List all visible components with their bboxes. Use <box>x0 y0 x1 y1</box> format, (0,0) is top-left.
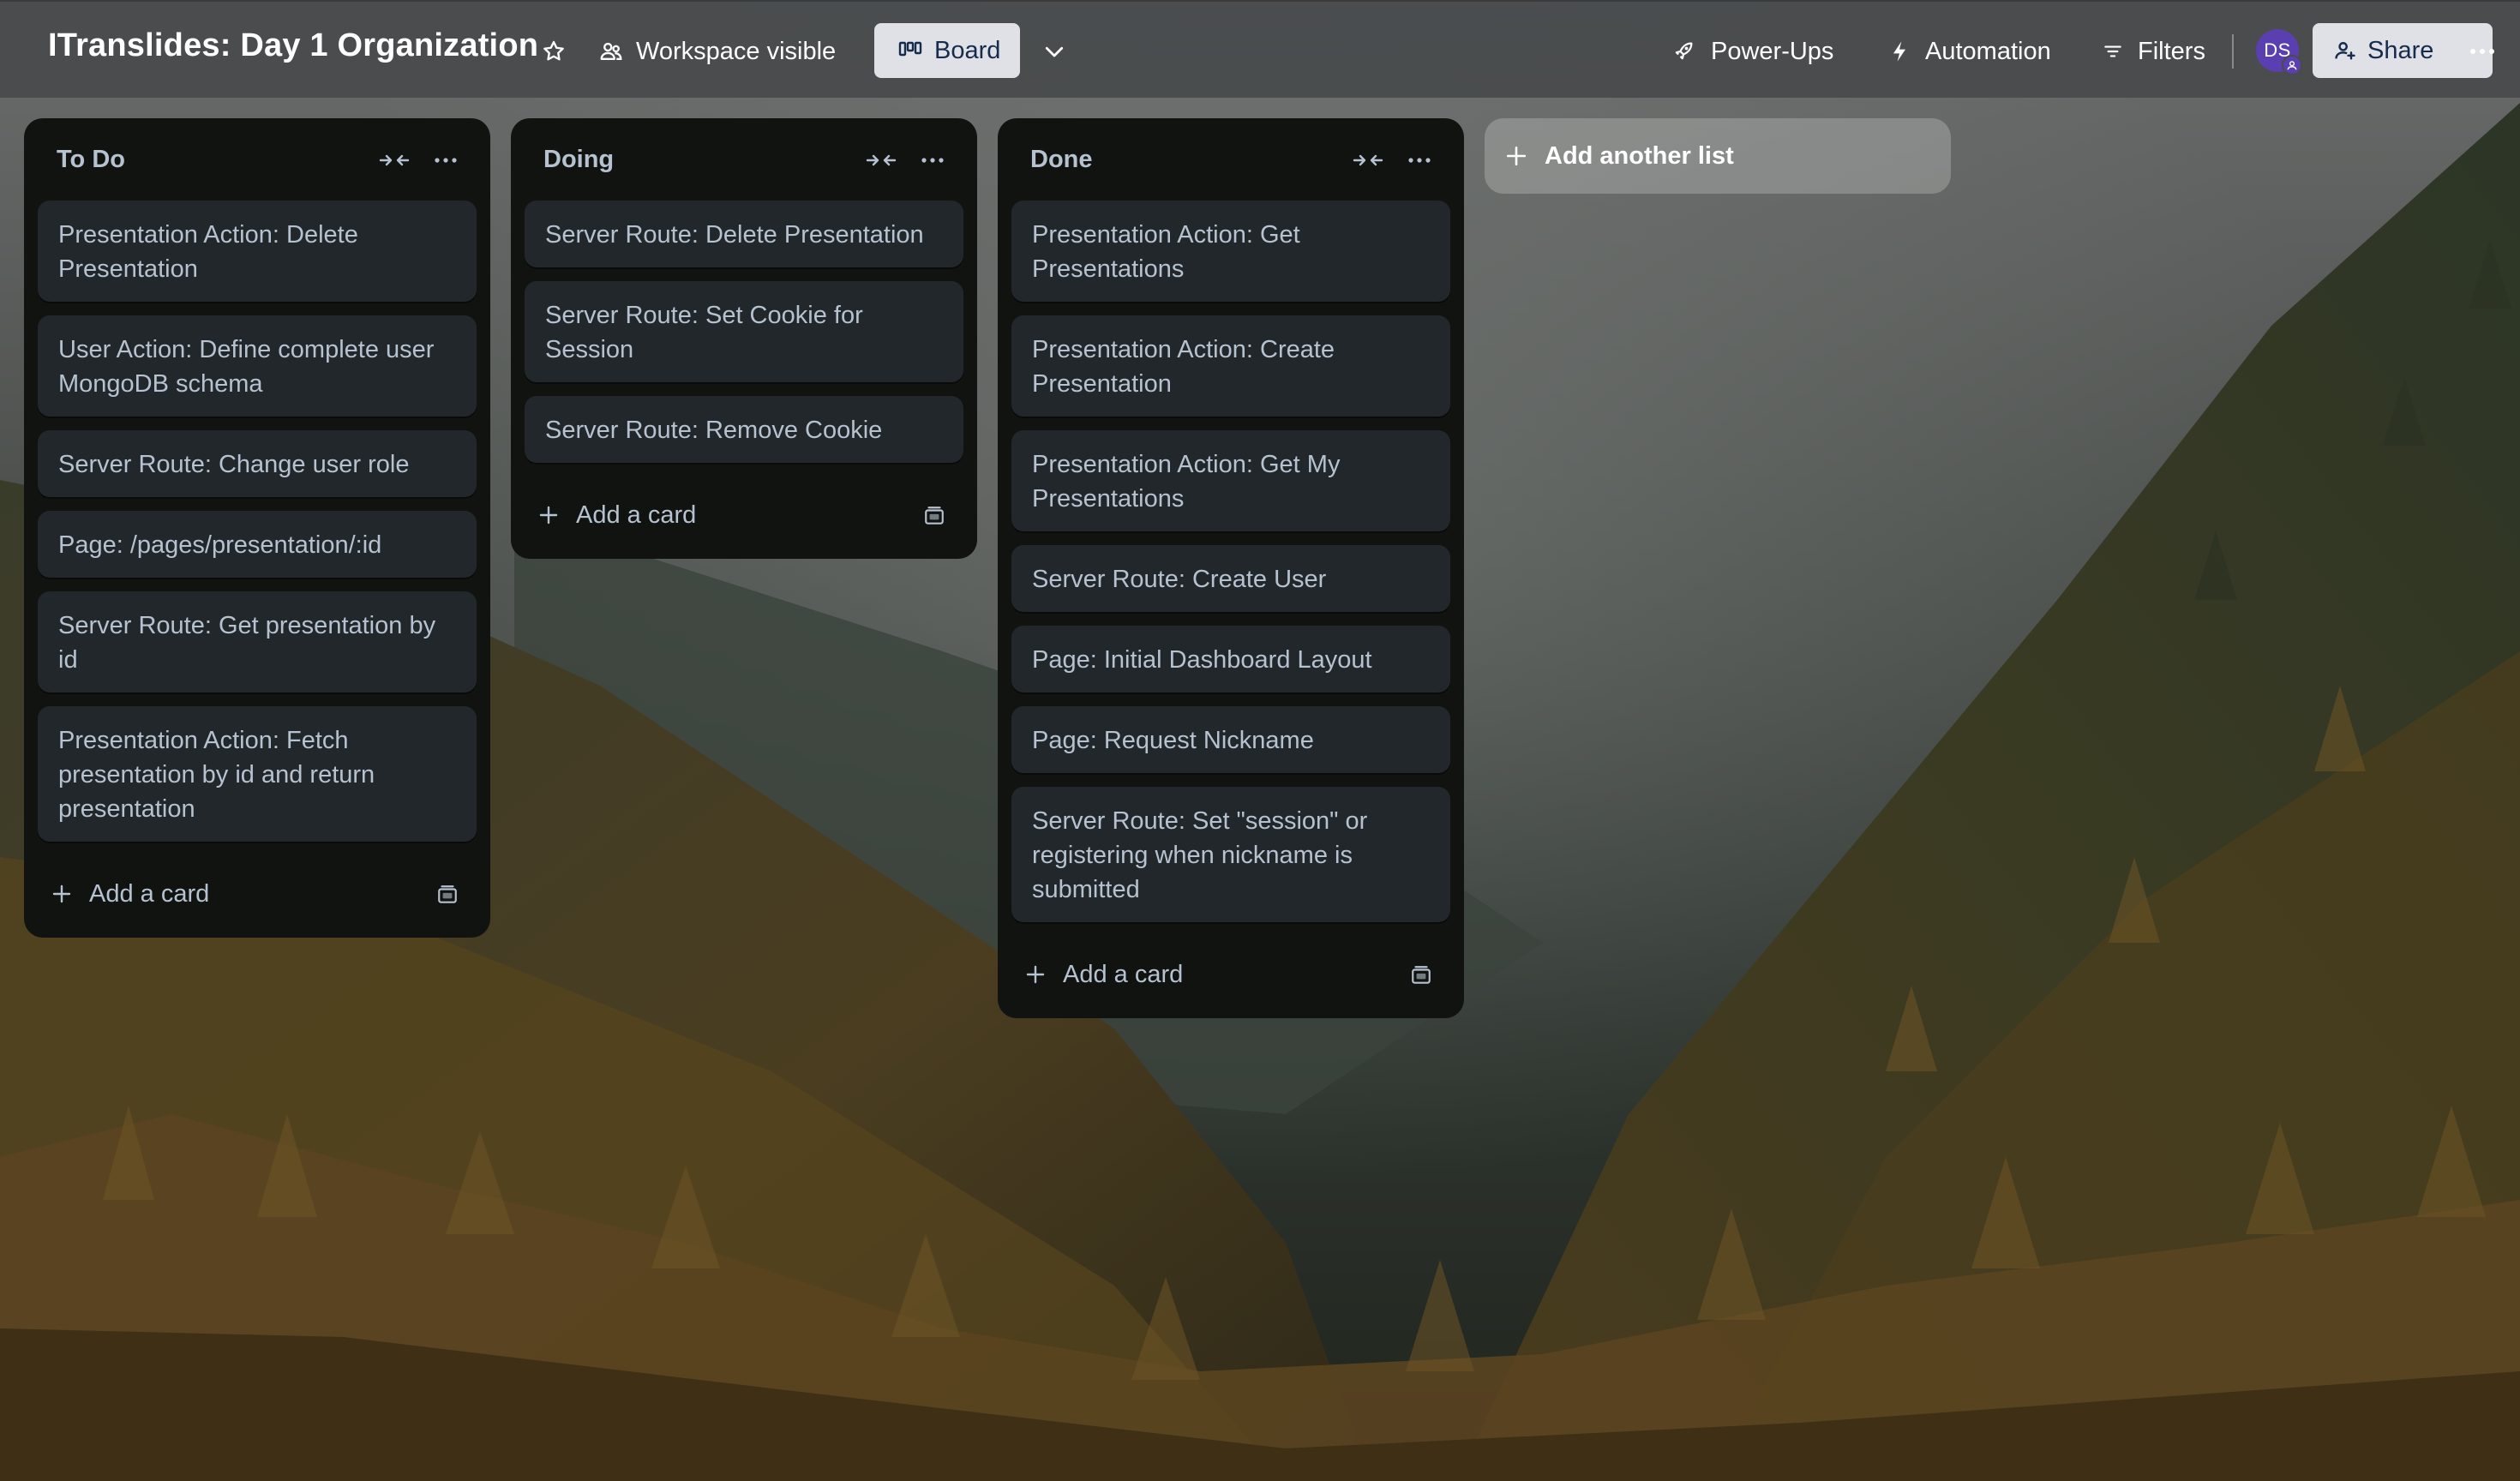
add-card-label: Add a card <box>1063 960 1184 988</box>
card[interactable]: Page: Request Nickname <box>1011 706 1450 773</box>
card[interactable]: Presentation Action: Get My Presentation… <box>1011 430 1450 531</box>
plus-icon <box>1505 145 1527 167</box>
plus-icon <box>1025 964 1046 985</box>
add-card-label: Add a card <box>89 879 210 908</box>
card[interactable]: Server Route: Set "session" or registeri… <box>1011 787 1450 922</box>
list-doing[interactable]: Doing Server Route: Delete Presentation … <box>511 118 977 559</box>
board-icon <box>898 40 922 61</box>
list-header: To Do <box>38 118 477 201</box>
board-title[interactable]: ITranslides: Day 1 Organization <box>48 27 538 64</box>
add-card-button[interactable]: Add a card <box>538 495 696 535</box>
power-ups-button[interactable]: Power-Ups <box>1671 24 1833 79</box>
list-footer: Add a card <box>1011 936 1450 1018</box>
list-header: Done <box>1011 118 1450 201</box>
card[interactable]: User Action: Define complete user MongoD… <box>38 315 477 417</box>
list-done[interactable]: Done Presentation Action: Get Presentati… <box>998 118 1464 1018</box>
plus-icon <box>538 505 559 525</box>
collapse-icon[interactable] <box>864 147 898 173</box>
card[interactable]: Presentation Action: Fetch presentation … <box>38 706 477 842</box>
template-icon[interactable] <box>921 502 948 530</box>
list-footer: Add a card <box>525 477 963 559</box>
card[interactable]: Presentation Action: Create Presentation <box>1011 315 1450 417</box>
card[interactable]: Server Route: Change user role <box>38 430 477 497</box>
rocket-icon <box>1671 39 1695 63</box>
list-title[interactable]: To Do <box>57 146 125 174</box>
board-menu-button[interactable] <box>2462 24 2503 79</box>
card[interactable]: Server Route: Set Cookie for Session <box>525 281 963 382</box>
list-footer: Add a card <box>38 855 477 938</box>
card[interactable]: Page: Initial Dashboard Layout <box>1011 626 1450 693</box>
list-menu-icon[interactable] <box>1402 147 1437 173</box>
list-title[interactable]: Doing <box>543 146 614 174</box>
card[interactable]: Server Route: Delete Presentation <box>525 201 963 267</box>
add-card-button[interactable]: Add a card <box>1025 955 1183 994</box>
filters-button[interactable]: Filters <box>2102 24 2205 79</box>
card[interactable]: Page: /pages/presentation/:id <box>38 511 477 578</box>
board-page: ITranslides: Day 1 Organization Workspac… <box>0 0 2520 1481</box>
chevron-down-icon <box>1041 39 1067 64</box>
add-card-button[interactable]: Add a card <box>51 874 209 914</box>
board-view-button[interactable]: Board <box>874 23 1020 78</box>
list-menu-icon[interactable] <box>429 147 463 173</box>
filter-icon <box>2102 40 2124 63</box>
card[interactable]: Presentation Action: Delete Presentation <box>38 201 477 302</box>
card[interactable]: Server Route: Get presentation by id <box>38 591 477 693</box>
star-icon <box>541 39 567 64</box>
collapse-icon[interactable] <box>1351 147 1385 173</box>
add-another-list-button[interactable]: Add another list <box>1485 118 1951 194</box>
board-view-label: Board <box>934 36 1001 64</box>
list-menu-icon[interactable] <box>915 147 950 173</box>
share-label: Share <box>2367 36 2434 64</box>
template-icon[interactable] <box>434 881 461 908</box>
admin-badge-icon <box>2282 55 2302 75</box>
workspace-visibility-button[interactable]: Workspace visible <box>598 24 836 79</box>
add-card-label: Add a card <box>576 501 697 529</box>
header-divider <box>2232 34 2234 69</box>
power-ups-label: Power-Ups <box>1711 37 1834 65</box>
star-button[interactable] <box>533 24 574 79</box>
workspace-visibility-label: Workspace visible <box>636 37 837 65</box>
filters-label: Filters <box>2138 37 2205 65</box>
list-to-do[interactable]: To Do Presentation Action: Delete Presen… <box>24 118 490 938</box>
lightning-icon <box>1889 39 1910 63</box>
card[interactable]: Presentation Action: Get Presentations <box>1011 201 1450 302</box>
card[interactable]: Server Route: Remove Cookie <box>525 396 963 463</box>
add-another-list-label: Add another list <box>1545 141 1734 170</box>
card[interactable]: Server Route: Create User <box>1011 545 1450 612</box>
list-title[interactable]: Done <box>1030 146 1093 174</box>
template-icon[interactable] <box>1407 962 1435 989</box>
people-icon <box>598 39 624 64</box>
add-person-icon <box>2333 39 2357 63</box>
automation-button[interactable]: Automation <box>1889 24 2051 79</box>
automation-label: Automation <box>1925 37 2051 65</box>
ellipsis-icon <box>2469 47 2496 56</box>
list-header: Doing <box>525 118 963 201</box>
board-header: ITranslides: Day 1 Organization Workspac… <box>0 0 2520 98</box>
plus-icon <box>51 884 72 904</box>
collapse-icon[interactable] <box>377 147 411 173</box>
view-switcher-button[interactable] <box>1034 24 1075 79</box>
